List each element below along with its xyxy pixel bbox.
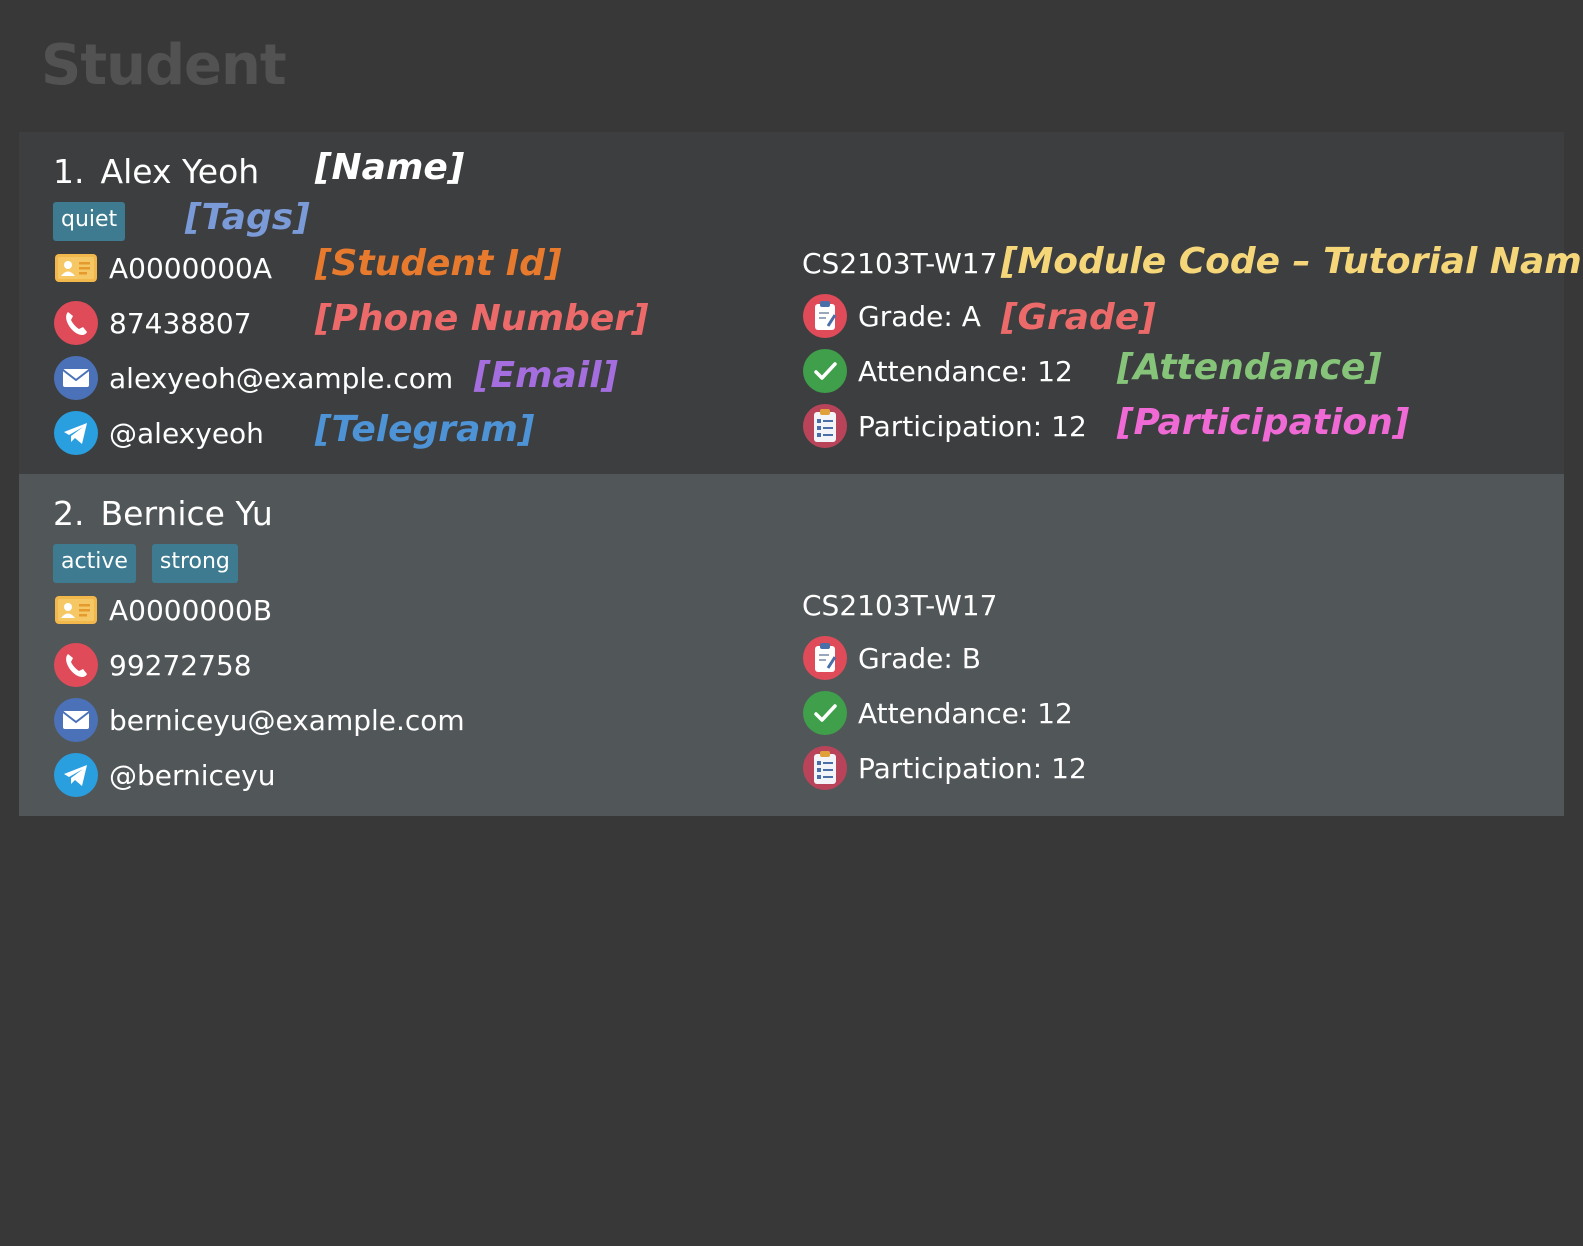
participation-row: Participation: 12 [802,402,1087,450]
email-icon [54,698,98,742]
student-name-row: 1. Alex Yeoh [53,152,259,192]
tag: quiet [53,202,126,241]
student-id-row: A0000000A [53,244,272,292]
annotation-name: [Name] [315,147,465,188]
participation-row: Participation: 12 [802,744,1087,792]
phone-number: 99272758 [109,648,252,682]
phone-icon [54,643,98,687]
annotation-telegram: [Telegram] [315,409,535,450]
student-id: A0000000A [109,251,273,285]
student-name-row: 2. Bernice Yu [53,494,273,534]
student-card[interactable]: 1. Alex Yeoh quiet A0000000A 87438807 al… [19,132,1583,474]
email: berniceyu@example.com [109,703,465,737]
tag: active [53,544,136,583]
attendance-check-icon [803,349,847,393]
tag: strong [151,544,238,583]
annotation-module: [Module Code – Tutorial Name] [1001,241,1583,282]
annotation-tags: [Tags] [185,197,310,238]
telegram-handle: @berniceyu [109,758,276,792]
student-list[interactable]: 1. Alex Yeoh quiet A0000000A 87438807 al… [19,132,1583,816]
telegram-row: @alexyeoh [53,409,264,457]
module-tutorial: CS2103T-W17 [802,589,998,622]
email-row: berniceyu@example.com [53,696,465,744]
grade-clipboard-icon [803,294,847,338]
id-card-icon [55,254,97,282]
tag-list: active strong [53,544,238,583]
telegram-icon [54,411,98,455]
attendance-row: Attendance: 12 [802,689,1073,737]
module-tutorial: CS2103T-W17 [802,247,998,280]
annotation-email: [Email] [474,355,618,396]
grade-row: Grade: A [802,292,981,340]
grade-clipboard-icon [803,636,847,680]
annotation-phone: [Phone Number] [315,298,649,339]
student-name: Bernice Yu [100,494,273,533]
attendance: Attendance: 12 [858,354,1073,388]
telegram-icon [54,753,98,797]
attendance-row: Attendance: 12 [802,347,1073,395]
participation-checklist-icon [803,746,847,790]
student-id-row: A0000000B [53,586,272,634]
student-index: 2. [53,494,85,533]
telegram-handle: @alexyeoh [109,416,264,450]
participation: Participation: 12 [858,751,1087,785]
student-index: 1. [53,152,85,191]
phone-row: 87438807 [53,299,252,347]
phone-row: 99272758 [53,641,252,689]
grade-row: Grade: B [802,634,981,682]
grade: Grade: A [858,299,981,333]
annotation-attendance: [Attendance] [1117,347,1382,388]
annotation-grade: [Grade] [1001,297,1156,338]
phone-icon [54,301,98,345]
grade: Grade: B [858,641,981,675]
phone-number: 87438807 [109,306,252,340]
email: alexyeoh@example.com [109,361,454,395]
annotation-participation: [Participation] [1117,402,1410,443]
tag-list: quiet [53,202,126,241]
attendance: Attendance: 12 [858,696,1073,730]
participation: Participation: 12 [858,409,1087,443]
participation-checklist-icon [803,404,847,448]
annotation-student-id: [Student Id] [315,243,562,284]
student-card[interactable]: 2. Bernice Yu active strong A0000000B 99… [19,474,1564,816]
email-icon [54,356,98,400]
id-card-icon [55,596,97,624]
student-id: A0000000B [109,593,273,627]
telegram-row: @berniceyu [53,751,275,799]
attendance-check-icon [803,691,847,735]
page-title: Student [41,33,287,98]
email-row: alexyeoh@example.com [53,354,453,402]
student-name: Alex Yeoh [100,152,260,191]
